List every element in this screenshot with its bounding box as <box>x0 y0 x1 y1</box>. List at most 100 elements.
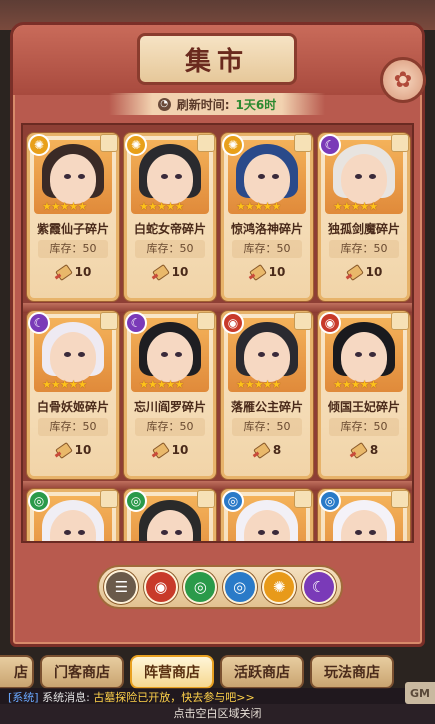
hero-eye <box>258 352 265 357</box>
price-value: 10 <box>268 265 286 279</box>
puzzle-piece-icon <box>100 490 118 508</box>
wind-faction-icon[interactable]: ◎ <box>183 570 218 604</box>
title-plate: 集市 <box>137 33 297 85</box>
hero-eye <box>272 174 279 179</box>
star-rating: ★★★★★ <box>236 378 281 391</box>
sun-faction-icon[interactable]: ✺ <box>262 570 297 604</box>
clock-icon: ◔ <box>157 97 171 111</box>
item-name: 紫霞仙子碎片 <box>36 222 109 236</box>
scroll-currency-icon <box>350 442 366 458</box>
market-panel: 集市 ✿ ◔ 刷新时间: 1天6时 ★★★★★ ✺ 紫霞仙子碎片 库存：50 10 ★★★… <box>10 22 426 647</box>
hero-eye <box>161 530 168 535</box>
item-price: 8 <box>321 442 407 458</box>
puzzle-piece-icon <box>294 312 312 330</box>
puzzle-piece-icon <box>197 134 215 152</box>
hero-face <box>244 332 290 382</box>
gm-button[interactable]: GM <box>405 682 435 704</box>
fire-faction-icon: ◉ <box>222 312 244 334</box>
item-name: 倾国王妃碎片 <box>327 400 400 414</box>
item-shelf[interactable]: ★★★★★ ✺ 紫霞仙子碎片 库存：50 10 ★★★★★ ✺ 白蛇女帝碎片 库存：50 10 ★★… <box>21 123 414 543</box>
hero-eye <box>161 352 168 357</box>
hero-eye <box>355 174 362 179</box>
scroll-currency-icon <box>249 264 265 280</box>
item-name: 惊鸿洛神碎片 <box>230 222 303 236</box>
item-price: 10 <box>127 442 213 458</box>
hero-eye <box>369 352 376 357</box>
item-stock: 库存：50 <box>329 240 399 258</box>
item-card[interactable]: ★★★★★ ☾ 忘川阎罗碎片 库存：50 10 <box>124 311 216 479</box>
item-card[interactable]: ★★★★★ ◉ 落雁公主碎片 库存：50 8 <box>221 311 313 479</box>
moon-faction-icon: ☾ <box>319 134 341 156</box>
price-value: 10 <box>171 443 189 457</box>
system-label: 系统消息: <box>42 691 90 704</box>
refresh-timer: ◔ 刷新时间: 1天6时 <box>109 93 325 115</box>
item-card[interactable]: ★★★★★ ✺ 惊鸿洛神碎片 库存：50 10 <box>221 133 313 301</box>
wind-faction-icon: ◎ <box>28 490 50 512</box>
flower-ornament-icon: ✿ <box>380 57 426 103</box>
item-card[interactable]: ◎ <box>124 489 216 541</box>
item-card[interactable]: ★★★★★ ◉ 倾国王妃碎片 库存：50 8 <box>318 311 410 479</box>
puzzle-piece-icon <box>391 490 409 508</box>
hero-face <box>244 154 290 204</box>
tab-5[interactable]: 玩法商店 <box>310 655 394 689</box>
item-price: 10 <box>224 264 310 280</box>
hero-eye <box>175 530 182 535</box>
water-faction-icon: ◎ <box>222 490 244 512</box>
tab-3[interactable]: 阵营商店 <box>130 655 214 689</box>
hero-eye <box>175 352 182 357</box>
hero-eye <box>78 352 85 357</box>
item-card[interactable]: ★★★★★ ✺ 紫霞仙子碎片 库存：50 10 <box>27 133 119 301</box>
scroll-currency-icon <box>55 264 71 280</box>
tab-2[interactable]: 门客商店 <box>40 655 124 689</box>
refresh-label: 刷新时间: <box>176 97 230 112</box>
item-price: 8 <box>224 442 310 458</box>
hero-eye <box>161 174 168 179</box>
price-value: 10 <box>74 265 92 279</box>
scroll-currency-icon <box>55 442 71 458</box>
star-rating: ★★★★★ <box>139 378 184 391</box>
system-text[interactable]: 古墓探险已开放，快去参与吧>> <box>93 691 254 704</box>
item-card[interactable]: ◎ <box>318 489 410 541</box>
tab-4[interactable]: 活跃商店 <box>220 655 304 689</box>
hero-face <box>147 154 193 204</box>
item-name: 白蛇女帝碎片 <box>133 222 206 236</box>
puzzle-piece-icon <box>391 134 409 152</box>
hero-eye <box>64 530 71 535</box>
hero-eye <box>355 530 362 535</box>
fire-faction-icon[interactable]: ◉ <box>143 570 178 604</box>
water-faction-icon[interactable]: ◎ <box>222 570 257 604</box>
item-card[interactable]: ◎ <box>27 489 119 541</box>
hero-eye <box>258 530 265 535</box>
hero-eye <box>272 530 279 535</box>
item-card[interactable]: ◎ <box>221 489 313 541</box>
shop-tabs: 店门客商店 阵营商店 活跃商店 玩法商店 <box>0 652 435 692</box>
star-rating: ★★★★★ <box>236 200 281 213</box>
star-rating: ★★★★★ <box>42 200 87 213</box>
list-icon[interactable]: ☰ <box>104 570 139 604</box>
item-name: 落雁公主碎片 <box>230 400 303 414</box>
star-rating: ★★★★★ <box>333 378 378 391</box>
star-rating: ★★★★★ <box>42 378 87 391</box>
item-stock: 库存：50 <box>135 240 205 258</box>
price-value: 8 <box>369 443 379 457</box>
hero-eye <box>64 352 71 357</box>
puzzle-piece-icon <box>100 134 118 152</box>
item-card[interactable]: ★★★★★ ✺ 白蛇女帝碎片 库存：50 10 <box>124 133 216 301</box>
moon-faction-icon[interactable]: ☾ <box>301 570 336 604</box>
water-faction-icon: ◎ <box>319 490 341 512</box>
hero-eye <box>78 530 85 535</box>
hero-eye <box>64 174 71 179</box>
item-name: 独孤剑魔碎片 <box>327 222 400 236</box>
item-card[interactable]: ★★★★★ ☾ 独孤剑魔碎片 库存：50 10 <box>318 133 410 301</box>
hero-eye <box>369 174 376 179</box>
refresh-value: 1天6时 <box>235 97 277 112</box>
item-price: 10 <box>321 264 407 280</box>
puzzle-piece-icon <box>100 312 118 330</box>
hero-eye <box>369 530 376 535</box>
item-price: 10 <box>30 264 116 280</box>
item-stock: 库存：50 <box>38 418 108 436</box>
item-card[interactable]: ★★★★★ ☾ 白骨妖姬碎片 库存：50 10 <box>27 311 119 479</box>
scroll-currency-icon <box>152 264 168 280</box>
tab-1[interactable]: 店 <box>0 655 34 689</box>
hero-face <box>341 332 387 382</box>
